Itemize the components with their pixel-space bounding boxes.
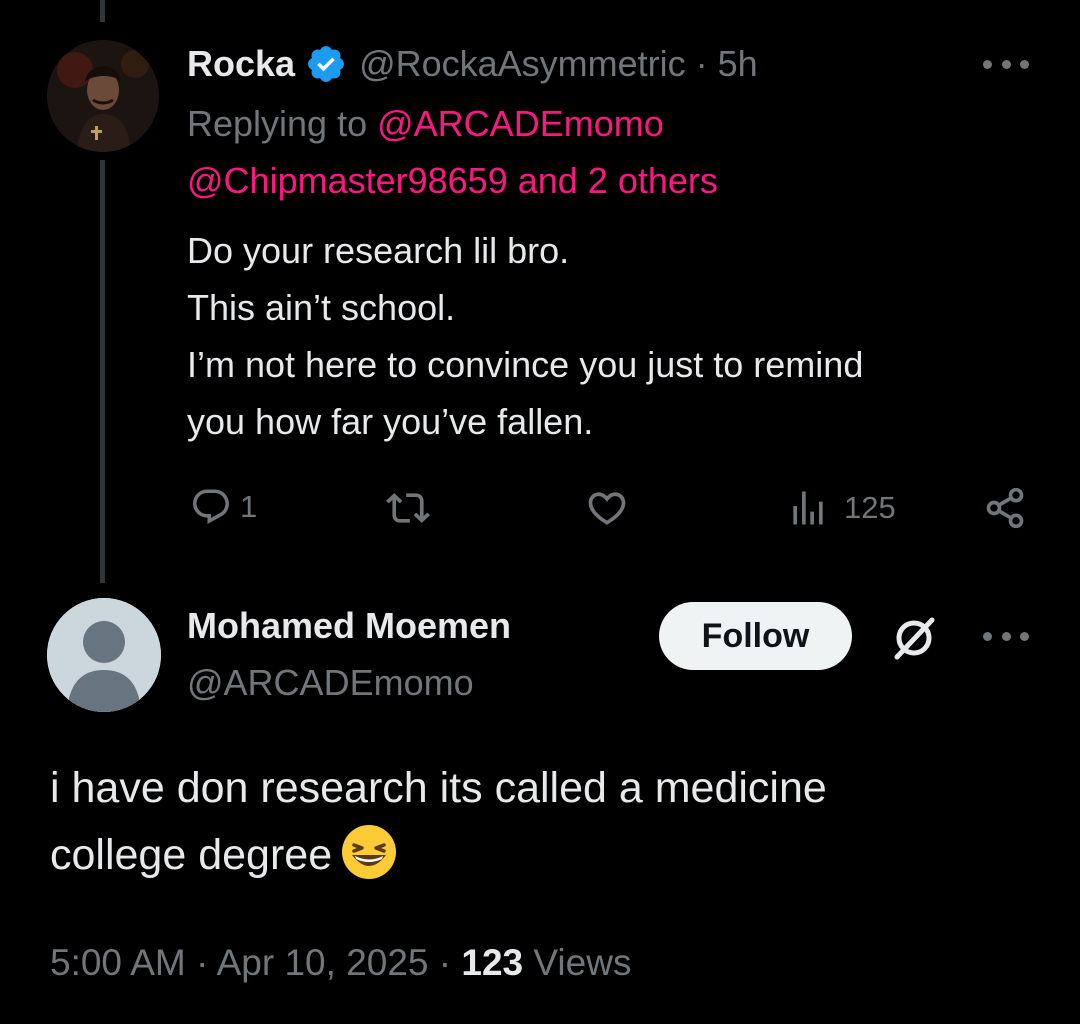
like-button[interactable]	[585, 486, 629, 530]
tweet-text: Do your research lil bro. This ain’t sch…	[187, 230, 864, 442]
more-options-icon[interactable]	[983, 626, 1029, 646]
views-label: Views	[533, 942, 632, 983]
tweet-metadata: 5:00 AM · Apr 10, 2025 · 123 Views	[50, 937, 631, 989]
share-icon	[983, 486, 1027, 530]
mention-link[interactable]: @ARCADEmomo	[377, 103, 664, 144]
author-handle[interactable]: @ARCADEmomo	[187, 658, 474, 708]
views-button[interactable]: 125	[786, 486, 896, 530]
avatar[interactable]	[47, 598, 161, 712]
more-options-icon[interactable]	[983, 54, 1029, 74]
tweet-time[interactable]: 5:00 AM	[50, 942, 186, 983]
grinning-squinting-face-icon	[340, 823, 398, 881]
grok-icon[interactable]	[888, 612, 940, 664]
tweet-date[interactable]: Apr 10, 2025	[217, 942, 429, 983]
reply-icon	[190, 486, 232, 528]
views-count: 125	[844, 490, 896, 525]
follow-button[interactable]: Follow	[659, 602, 852, 670]
tweet-time[interactable]: 5h	[718, 43, 758, 85]
reply-header: Rocka @RockaAsymmetric · 5h	[187, 40, 758, 88]
thread-line-top	[100, 0, 105, 22]
replying-to-line-1: Replying to @ARCADEmomo	[187, 100, 664, 148]
verified-badge-icon	[305, 43, 347, 85]
separator-dot: ·	[438, 942, 452, 983]
views-count: 123	[461, 942, 524, 983]
replying-to-label: Replying to	[187, 103, 368, 144]
author-name[interactable]: Rocka	[187, 43, 295, 85]
author-handle[interactable]: @RockaAsymmetric	[359, 43, 686, 85]
mention-link[interactable]: @Chipmaster98659	[187, 160, 508, 201]
reply-button[interactable]: 1	[190, 486, 257, 528]
replying-to-line-2: @Chipmaster98659 and 2 others	[187, 157, 718, 205]
analytics-icon	[786, 486, 830, 530]
thread-connector-line	[100, 160, 105, 583]
others-link[interactable]: and 2 others	[518, 160, 718, 201]
retweet-icon	[386, 486, 430, 530]
tweet-text: i have don research its called a medicin…	[50, 755, 827, 889]
retweet-button[interactable]	[386, 486, 430, 530]
avatar[interactable]	[47, 40, 159, 152]
separator-dot: ·	[196, 942, 209, 983]
separator-dot: ·	[695, 43, 708, 84]
heart-icon	[585, 486, 629, 530]
author-name[interactable]: Mohamed Moemen	[187, 600, 511, 652]
tweet-text-body: i have don research its called a medicin…	[50, 764, 827, 879]
share-button[interactable]	[983, 486, 1027, 530]
reply-count: 1	[240, 489, 258, 524]
